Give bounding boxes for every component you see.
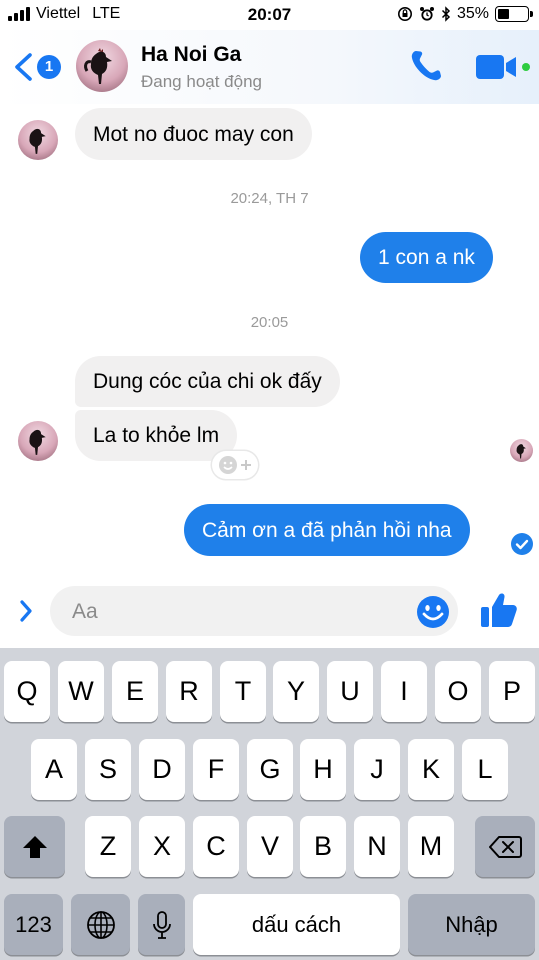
add-reaction-button[interactable]	[212, 451, 258, 479]
active-now-dot	[522, 63, 530, 71]
emoji-icon[interactable]	[416, 595, 450, 629]
microphone-icon	[152, 910, 171, 939]
key-r[interactable]: R	[166, 661, 212, 722]
smiley-icon	[219, 456, 237, 474]
key-d[interactable]: D	[139, 739, 185, 800]
phone-call-icon[interactable]	[408, 48, 444, 84]
key-a[interactable]: A	[31, 739, 77, 800]
plus-icon	[241, 460, 251, 470]
conversation-header: 1 Ha Noi Ga Đang hoạt động	[0, 30, 539, 104]
bluetooth-icon	[441, 6, 451, 22]
message-bubble-outgoing[interactable]: 1 con a nk	[360, 232, 493, 283]
battery-level	[498, 9, 510, 19]
key-k[interactable]: K	[408, 739, 454, 800]
key-e[interactable]: E	[112, 661, 158, 722]
globe-icon	[86, 910, 115, 939]
rooster-avatar-image	[29, 429, 46, 455]
seen-by-avatar	[510, 439, 533, 462]
back-arrow-icon[interactable]	[12, 52, 36, 82]
contact-avatar[interactable]	[76, 40, 128, 92]
key-j[interactable]: J	[354, 739, 400, 800]
checkmark-icon	[515, 539, 529, 550]
alarm-icon	[419, 7, 434, 21]
key-h[interactable]: H	[300, 739, 346, 800]
key-n[interactable]: N	[354, 816, 400, 877]
key-u[interactable]: U	[327, 661, 373, 722]
key-z[interactable]: Z	[85, 816, 131, 877]
shift-arrow-icon	[22, 835, 47, 858]
backspace-key[interactable]	[475, 816, 535, 877]
key-m[interactable]: M	[408, 816, 454, 877]
return-key[interactable]: Nhập	[408, 894, 535, 955]
key-y[interactable]: Y	[273, 661, 319, 722]
message-input-placeholder: Aa	[72, 600, 98, 623]
rooster-avatar-image	[29, 128, 46, 154]
key-i[interactable]: I	[381, 661, 427, 722]
key-w[interactable]: W	[58, 661, 104, 722]
sender-avatar[interactable]	[18, 120, 58, 160]
numbers-key[interactable]: 123	[4, 894, 63, 955]
sender-avatar[interactable]	[18, 421, 58, 461]
message-timestamp: 20:05	[250, 314, 289, 331]
rooster-avatar-image	[516, 444, 526, 459]
key-q[interactable]: Q	[4, 661, 50, 722]
thumbs-up-icon[interactable]	[478, 590, 520, 632]
key-x[interactable]: X	[139, 816, 185, 877]
space-key[interactable]: dấu cách	[193, 894, 400, 955]
dictation-key[interactable]	[138, 894, 185, 955]
key-l[interactable]: L	[462, 739, 508, 800]
message-bubble-incoming[interactable]: Dung cóc của chi ok đấy	[75, 356, 340, 407]
backspace-icon	[489, 835, 522, 858]
battery-percent: 35%	[456, 5, 489, 22]
globe-key[interactable]	[71, 894, 130, 955]
message-input[interactable]: Aa	[50, 586, 458, 636]
key-c[interactable]: C	[193, 816, 239, 877]
key-t[interactable]: T	[220, 661, 266, 722]
key-g[interactable]: G	[247, 739, 293, 800]
message-timestamp: 20:24, TH 7	[230, 190, 309, 207]
key-f[interactable]: F	[193, 739, 239, 800]
contact-active-status: Đang hoạt động	[141, 72, 262, 91]
shift-key[interactable]	[4, 816, 65, 877]
key-v[interactable]: V	[247, 816, 293, 877]
key-b[interactable]: B	[300, 816, 346, 877]
contact-name[interactable]: Ha Noi Ga	[141, 43, 241, 67]
message-bubble-incoming[interactable]: Mot no đuoc may con	[75, 108, 312, 160]
key-s[interactable]: S	[85, 739, 131, 800]
chevron-right-icon[interactable]	[17, 598, 35, 624]
key-p[interactable]: P	[489, 661, 535, 722]
unread-count-badge[interactable]: 1	[37, 55, 61, 79]
video-call-icon[interactable]	[474, 52, 522, 82]
delivered-check-icon	[511, 533, 533, 555]
message-bubble-incoming[interactable]: La to khỏe lm	[75, 410, 238, 461]
message-bubble-outgoing[interactable]: Cảm ơn a đã phản hồi nha	[184, 504, 470, 556]
rooster-avatar-image	[84, 48, 112, 84]
orientation-lock-icon	[397, 7, 412, 21]
keyboard: Q W E R T Y U I O P A S D F G H J K L Z …	[0, 648, 539, 960]
status-bar: Viettel LTE 20:07 35%	[0, 0, 539, 30]
key-o[interactable]: O	[435, 661, 481, 722]
status-right: 35%	[397, 5, 533, 23]
battery-icon	[495, 6, 533, 22]
